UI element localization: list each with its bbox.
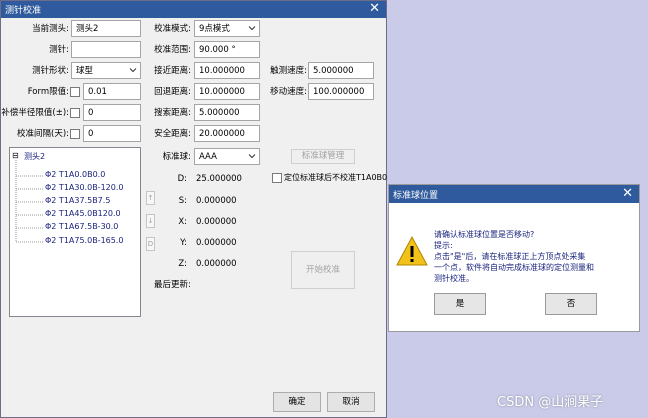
range-field[interactable]: 90.000 ° (194, 41, 260, 58)
dialog-message-line: 提示: (434, 241, 453, 250)
form-limit-label: Form限值: (27, 87, 69, 97)
dialog-message-line: 点击"是"后，请在标准球正上方顶点处采集 (434, 252, 586, 261)
approach-label: 接近距离: (154, 66, 191, 76)
last-update-label: 最后更新: (154, 280, 191, 290)
retract-label: 回退距离: (154, 87, 191, 97)
coord-label-d: D: (177, 174, 187, 184)
tree-item[interactable]: Φ2 T1A45.0B120.0 (45, 209, 121, 218)
coord-label-y: Y: (180, 238, 187, 248)
mode-value: 9点模式 (199, 24, 230, 34)
search-field[interactable]: 5.000000 (194, 104, 260, 121)
coord-label-z: Z: (178, 259, 187, 269)
coord-value-y: 0.000000 (196, 238, 237, 248)
range-label: 校准范围: (154, 45, 191, 55)
approach-field[interactable]: 10.000000 (194, 62, 260, 79)
close-icon[interactable]: ✕ (369, 1, 380, 17)
close-icon[interactable]: ✕ (622, 186, 633, 202)
coord-value-d: 25.000000 (196, 174, 242, 184)
radius-limit-checkbox[interactable] (70, 108, 80, 118)
chevron-down-icon (129, 68, 137, 73)
tree-expander-icon[interactable]: ⊟ (12, 151, 19, 160)
interval-field[interactable]: 0 (83, 125, 141, 142)
tree-item[interactable]: Φ2 T1A75.0B-165.0 (45, 236, 123, 245)
ok-button[interactable]: 确定 (273, 392, 321, 412)
safety-label: 安全距离: (154, 129, 191, 139)
coord-label-s: S: (178, 196, 187, 206)
move-speed-label: 移动速度: (270, 87, 307, 97)
calibration-window: 测针校准 ✕ 当前测头: 测头2 测针: 测针形状: 球型 Form限值: 0.… (0, 0, 387, 418)
interval-checkbox[interactable] (70, 129, 80, 139)
mode-select[interactable]: 9点模式 (194, 20, 260, 37)
dialog-message-line: 一个点，软件将自动完成标准球的定位测量和 (434, 263, 594, 272)
radius-limit-label: 补偿半径限值(±): (1, 108, 69, 118)
coord-value-x: 0.000000 (196, 217, 237, 227)
stylus-field[interactable] (71, 41, 141, 58)
dialog-message-line: 测针校准。 (434, 274, 474, 283)
dialog-title-bar: 标准球位置 ✕ (389, 185, 639, 203)
tree-item[interactable]: Φ2 T1A67.5B-30.0 (45, 222, 118, 231)
touch-speed-field[interactable]: 5.000000 (308, 62, 374, 79)
search-label: 搜索距离: (154, 108, 191, 118)
reposition-checkbox[interactable] (272, 173, 282, 183)
title-bar: 测针校准 ✕ (1, 1, 386, 18)
form-limit-field[interactable]: 0.01 (83, 83, 141, 100)
retract-field[interactable]: 10.000000 (194, 83, 260, 100)
radius-limit-field[interactable]: 0 (83, 104, 141, 121)
probe-tree[interactable]: ⊟ 测头2 Φ2 T1A0.0B0.0 Φ2 T1A30.0B-120.0 Φ2… (9, 147, 141, 317)
mode-label: 校准模式: (154, 24, 191, 34)
coord-label-x: X: (178, 217, 187, 227)
safety-field[interactable]: 20.000000 (194, 125, 260, 142)
current-probe-label: 当前测头: (32, 24, 69, 34)
stylus-shape-label: 测针形状: (32, 66, 69, 76)
reposition-label: 定位标准球后不校准T1A0B0 (284, 173, 388, 182)
tree-lines (15, 160, 43, 243)
tree-item[interactable]: Φ2 T1A30.0B-120.0 (45, 183, 123, 192)
chevron-down-icon (248, 154, 256, 159)
ball-manage-button[interactable]: 标准球管理 (291, 149, 355, 164)
coord-value-z: 0.000000 (196, 259, 237, 269)
coord-value-s: 0.000000 (196, 196, 237, 206)
stylus-label: 测针: (49, 45, 69, 55)
ball-label: 标准球: (162, 152, 191, 162)
cancel-button[interactable]: 取消 (327, 392, 375, 412)
yes-button[interactable]: 是 (434, 293, 486, 315)
stylus-shape-value: 球型 (76, 66, 94, 76)
window-title: 测针校准 (5, 6, 42, 16)
form-limit-checkbox[interactable] (70, 87, 80, 97)
chevron-down-icon (248, 26, 256, 31)
interval-label: 校准间隔(天): (17, 129, 69, 139)
tree-item[interactable]: Φ2 T1A37.5B7.5 (45, 196, 110, 205)
ball-position-dialog: 标准球位置 ✕ 请确认标准球位置是否移动? 提示: 点击"是"后，请在标准球正上… (388, 184, 640, 332)
tree-item[interactable]: Φ2 T1A0.0B0.0 (45, 170, 105, 179)
touch-speed-label: 触测速度: (270, 66, 307, 76)
move-speed-field[interactable]: 100.000000 (308, 83, 374, 100)
dialog-title: 标准球位置 (393, 191, 439, 201)
start-calibration-button[interactable]: 开始校准 (291, 251, 355, 289)
dialog-message-line: 请确认标准球位置是否移动? (434, 230, 535, 239)
ball-select[interactable]: AAA (194, 148, 260, 165)
no-button[interactable]: 否 (545, 293, 597, 315)
stylus-shape-select[interactable]: 球型 (71, 62, 141, 79)
warning-icon (396, 235, 428, 266)
current-probe-field[interactable]: 测头2 (71, 20, 141, 37)
ball-value: AAA (199, 152, 217, 162)
watermark: CSDN @山涧果子 (497, 395, 604, 410)
